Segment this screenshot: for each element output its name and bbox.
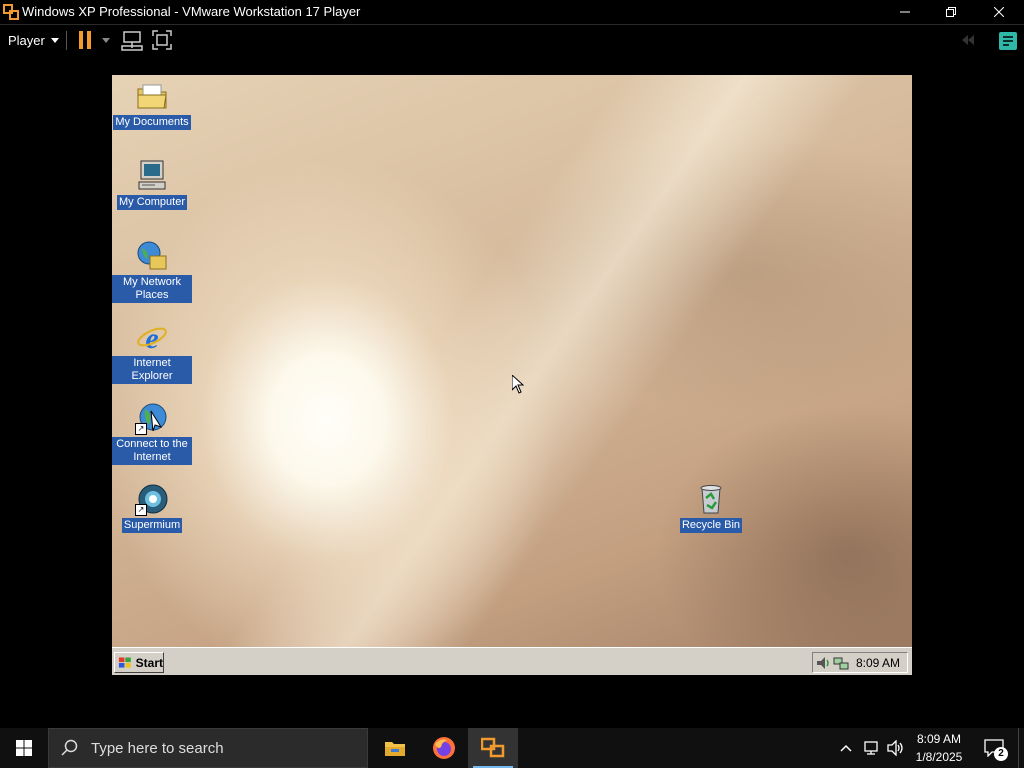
pause-icon[interactable] [79,31,93,49]
desktop-icon-connect-to-the-internet[interactable]: ↗ Connect to the Internet [112,401,192,465]
vmware-player-icon [481,737,505,758]
supermium-icon: ↗ [135,482,169,516]
recycle-bin-icon [700,485,722,514]
chevron-up-icon [840,744,852,752]
desktop-icon-my-network-places[interactable]: My Network Places [112,239,192,303]
show-desktop-button[interactable] [1018,728,1024,768]
search-placeholder: Type here to search [91,739,224,757]
taskbar-file-explorer[interactable] [370,728,420,768]
ie-icon: e [137,322,167,354]
send-ctrl-alt-del-icon[interactable] [120,29,144,51]
notification-count-badge: 2 [994,747,1008,761]
network-connection-icon[interactable] [833,655,849,671]
close-icon [994,7,1004,17]
volume-icon[interactable] [815,655,831,671]
clock-time: 8:09 AM [916,732,962,746]
speaker-icon [887,740,903,756]
taskbar-firefox[interactable] [419,728,469,768]
show-hidden-icons-button[interactable] [834,728,858,768]
start-button[interactable]: Start [114,652,164,673]
network-icon [864,741,878,755]
guest-clock[interactable]: 8:09 AM [856,656,900,670]
toolbar-divider [66,31,67,50]
computer-icon [138,160,166,190]
power-options-chevron-icon[interactable] [101,33,111,47]
unity-mode-icon[interactable] [958,31,978,49]
search-input[interactable]: Type here to search [48,728,368,768]
window-title: Windows XP Professional - VMware Worksta… [22,4,361,19]
shortcut-arrow-icon: ↗ [135,423,147,435]
network-tray-button[interactable] [858,728,884,768]
start-label: Start [135,655,163,670]
desktop-icon-label: Connect to the Internet [112,437,192,465]
desktop-icon-label: My Network Places [112,275,192,303]
player-menu-button[interactable]: Player [4,29,63,51]
firefox-icon [433,737,455,759]
host-clock[interactable]: 8:09 AM 1/8/2025 [908,730,970,766]
restore-icon [946,7,956,17]
host-taskbar: Type here to search 8:09 AM 1/8/2025 2 [0,728,1024,768]
desktop-icon-label: Supermium [121,518,183,533]
clock-date: 1/8/2025 [915,750,963,764]
desktop-icon-my-computer[interactable]: My Computer [112,159,192,210]
action-center-button[interactable]: 2 [976,728,1012,768]
desktop-icon-label: Recycle Bin [679,518,743,533]
desktop-icon-my-documents[interactable]: My Documents [112,79,192,130]
guest-taskbar: Start 8:09 AM [112,647,912,675]
chevron-down-icon [50,37,59,43]
vmware-logo-icon [3,4,19,20]
minimize-button[interactable] [882,0,928,24]
desktop-icon-supermium[interactable]: ↗ Supermium [112,482,192,533]
svg-text:e: e [145,322,158,354]
windows-start-button[interactable] [0,728,48,768]
desktop-icon-label: My Documents [113,115,191,130]
taskbar-vmware-player[interactable] [468,728,518,768]
restore-button[interactable] [928,0,974,24]
vmware-titlebar: Windows XP Professional - VMware Worksta… [0,0,1024,24]
windows-flag-icon [118,657,131,668]
message-log-icon[interactable] [997,30,1019,52]
close-button[interactable] [976,0,1022,24]
minimize-icon [900,11,910,13]
windows-logo-icon [16,740,32,756]
file-explorer-icon [385,742,405,756]
network-places-icon [137,241,167,270]
guest-screen[interactable]: My Documents My Computer My Network Plac… [112,75,912,675]
player-menu-label: Player [8,32,45,48]
mouse-cursor-icon [512,375,524,394]
shortcut-arrow-icon: ↗ [135,504,147,516]
connect-internet-icon: ↗ [135,401,169,435]
search-icon [61,739,78,756]
desktop-icon-recycle-bin[interactable]: Recycle Bin [671,482,751,533]
desktop-icon-label: Internet Explorer [112,356,192,384]
folder-icon [137,84,167,109]
vmware-toolbar: Player [0,24,1024,56]
full-screen-icon[interactable] [150,29,174,51]
desktop-icon-label: My Computer [116,195,188,210]
volume-tray-button[interactable] [884,728,908,768]
guest-system-tray: 8:09 AM [812,652,908,673]
desktop-icon-internet-explorer[interactable]: e Internet Explorer [112,320,192,384]
